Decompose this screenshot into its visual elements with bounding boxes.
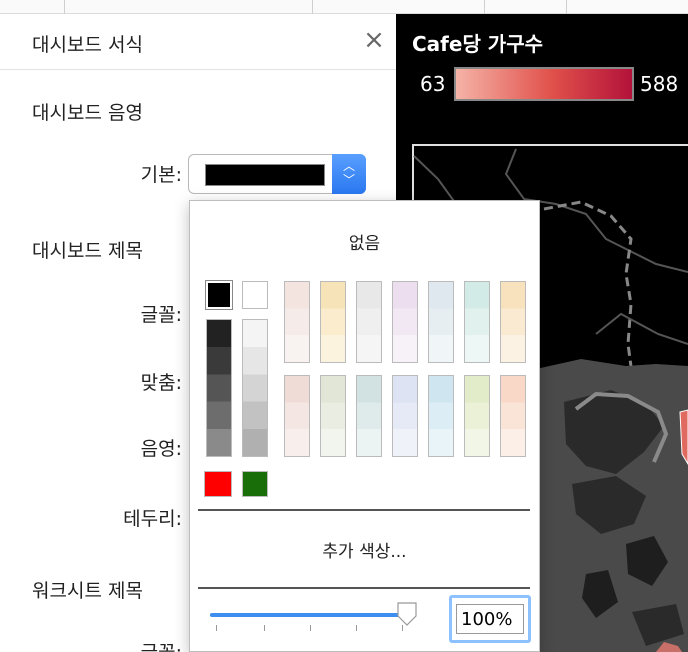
align-label: 맞춤: (140, 372, 182, 394)
color-swatch-pastel[interactable] (392, 281, 418, 363)
opacity-slider-track[interactable] (210, 613, 406, 617)
color-swatch-pastel[interactable] (464, 281, 490, 363)
divider (198, 587, 530, 589)
panel-title: 대시보드 서식 (32, 34, 143, 56)
color-swatch-pastel[interactable] (284, 281, 310, 363)
color-swatch-darkgray-column[interactable] (206, 319, 232, 457)
more-colors-button[interactable]: 추가 색상... (190, 537, 539, 562)
color-swatch-green[interactable] (242, 471, 268, 497)
font-label: 글꼴: (140, 304, 182, 326)
opacity-slider-fill (210, 613, 403, 617)
color-swatch-pastel[interactable] (500, 375, 526, 457)
top-toolbar-strip (0, 0, 688, 14)
color-swatch-pastel[interactable] (320, 281, 346, 363)
dashboard-title-heading: 대시보드 제목 (32, 240, 143, 262)
shading-label: 음영: (140, 438, 182, 460)
worksheet-title-heading: 워크시트 제목 (32, 580, 143, 602)
color-swatch-pastel[interactable] (284, 375, 310, 457)
selected-color-swatch (205, 164, 325, 186)
toolbar-divider (312, 0, 313, 14)
border-label: 테두리: (123, 508, 182, 530)
color-swatch-pastel[interactable] (500, 281, 526, 363)
color-swatch-pastel[interactable] (320, 375, 346, 457)
toolbar-divider (566, 0, 567, 14)
slider-tick (264, 625, 265, 631)
color-swatch-red[interactable] (204, 471, 232, 497)
color-swatch-pastel[interactable] (356, 281, 382, 363)
color-swatch-pastel[interactable] (356, 375, 382, 457)
slider-tick (310, 625, 311, 631)
color-swatch-pastel[interactable] (428, 281, 454, 363)
slider-tick (356, 625, 357, 631)
no-color-option[interactable]: 없음 (190, 229, 539, 254)
color-swatch-pastel[interactable] (428, 375, 454, 457)
toolbar-divider (484, 0, 485, 14)
color-picker-popup: 없음 추가 색상... (189, 200, 540, 652)
dashboard-shading-heading: 대시보드 음영 (32, 102, 143, 124)
shading-color-dropdown[interactable]: ︿ ﹀ (188, 154, 366, 194)
worksheet-font-label: 글꼴: (32, 638, 182, 652)
opacity-slider-thumb[interactable] (396, 601, 418, 627)
chevron-updown-icon[interactable]: ︿ ﹀ (332, 154, 366, 194)
close-icon[interactable]: × (360, 26, 388, 54)
slider-tick (216, 625, 217, 631)
color-swatch-white[interactable] (242, 281, 268, 309)
color-swatch-pastel[interactable] (464, 375, 490, 457)
opacity-input[interactable] (456, 604, 524, 634)
divider (198, 509, 530, 511)
panel-header: 대시보드 서식 × (0, 14, 396, 70)
default-label: 기본: (140, 164, 182, 186)
toolbar-divider (64, 0, 65, 14)
color-swatch-black[interactable] (205, 280, 233, 310)
opacity-input-focus-ring (449, 595, 531, 643)
color-swatch-lightgray-column[interactable] (242, 319, 268, 457)
color-swatch-pastel[interactable] (392, 375, 418, 457)
